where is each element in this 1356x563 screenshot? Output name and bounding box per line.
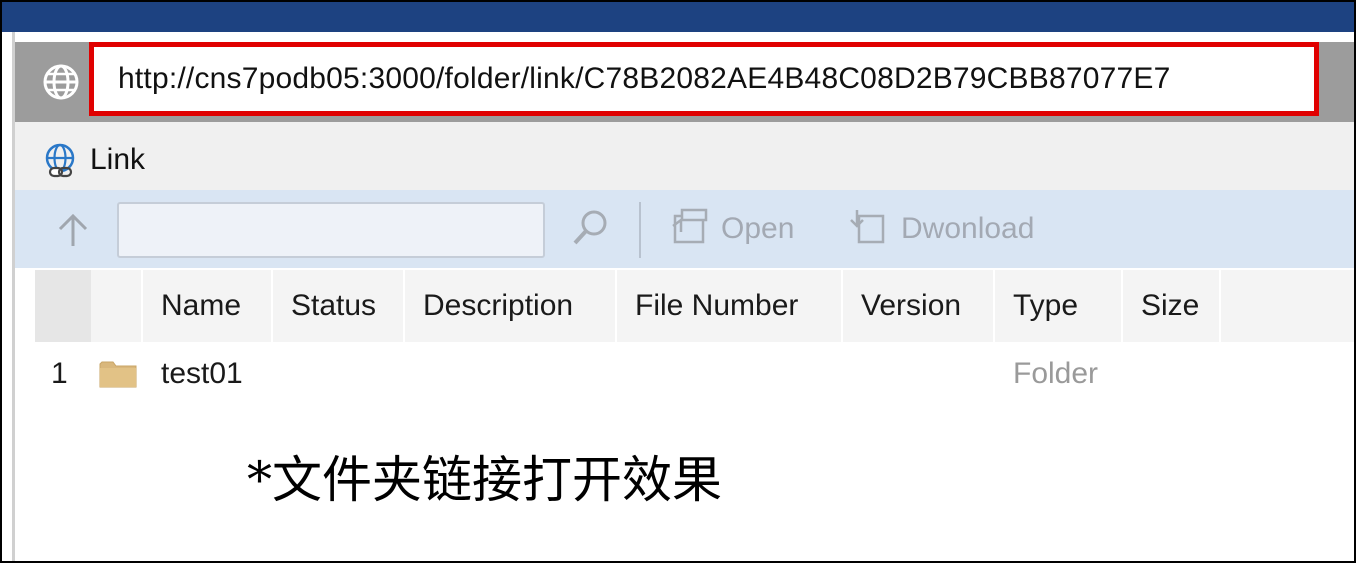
link-globe-icon [42,142,82,182]
row-version [861,344,991,404]
screenshot-frame: http://cns7podb05:3000/folder/link/C78B2… [0,0,1356,563]
panel-header: Link [15,122,1354,190]
open-button[interactable]: Open [667,206,794,252]
panel-title: Link [90,143,146,176]
arrow-up-icon[interactable] [55,210,91,250]
row-size [1141,344,1221,404]
column-header-file-number[interactable]: File Number [617,270,843,342]
column-header-type[interactable]: Type [995,270,1123,342]
column-header-version[interactable]: Version [843,270,995,342]
toolbar-separator [639,202,641,258]
row-number: 1 [51,357,68,390]
row-file-number [635,344,835,404]
row-type: Folder [1013,357,1099,390]
column-header-status[interactable]: Status [273,270,405,342]
download-label: Dwonload [901,212,1035,245]
download-icon [847,206,891,253]
open-icon [667,206,711,253]
search-input[interactable] [117,202,545,258]
column-header-description[interactable]: Description [405,270,617,342]
row-number-header [35,270,91,342]
grid-header: Name Status Description File Number Vers… [35,270,1354,342]
column-header-size[interactable]: Size [1123,270,1221,342]
row-description [423,344,613,404]
browser-window: http://cns7podb05:3000/folder/link/C78B2… [12,32,1354,561]
caption-text: *文件夹链接打开效果 [247,451,722,509]
address-bar: http://cns7podb05:3000/folder/link/C78B2… [15,42,1354,122]
open-label: Open [721,212,795,245]
icon-column-header [91,270,143,342]
download-button[interactable]: Dwonload [847,206,1034,252]
search-icon[interactable] [570,208,610,248]
row-status [291,344,391,404]
window-title-bar [2,2,1354,32]
url-field[interactable]: http://cns7podb05:3000/folder/link/C78B2… [89,42,1319,116]
toolbar: Open Dwonload [15,190,1354,268]
table-row[interactable]: 1 test01 Folder [35,344,1354,404]
column-header-name[interactable]: Name [143,270,273,342]
globe-icon [41,62,81,102]
folder-icon [99,344,139,404]
url-text: http://cns7podb05:3000/folder/link/C78B2… [118,62,1171,95]
